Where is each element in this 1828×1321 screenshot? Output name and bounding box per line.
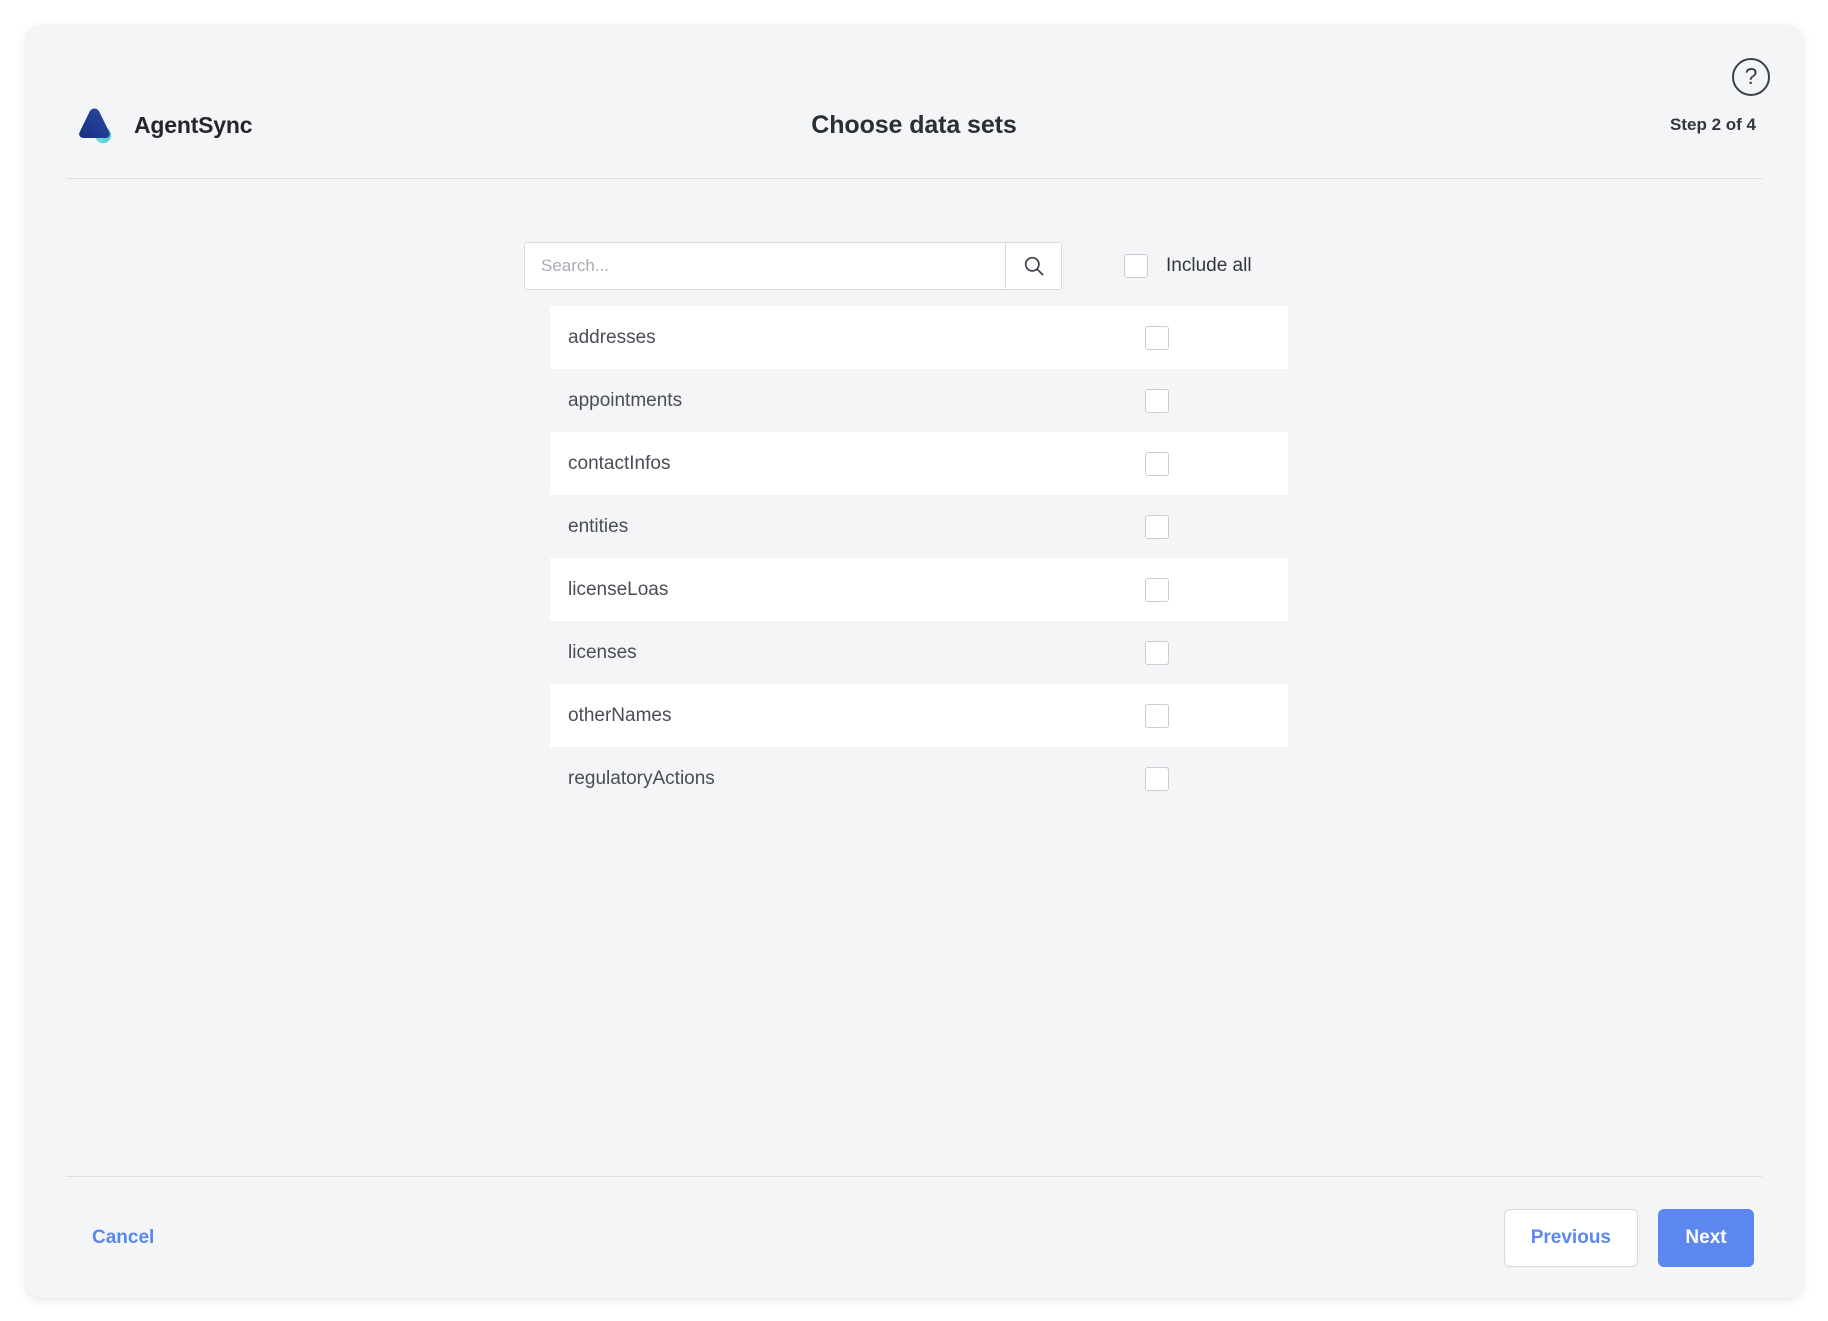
- footer-divider: [66, 1176, 1762, 1177]
- previous-button[interactable]: Previous: [1503, 1209, 1638, 1267]
- dataset-checkbox[interactable]: [1145, 514, 1169, 539]
- dataset-name: regulatoryActions: [568, 767, 715, 789]
- include-all-toggle[interactable]: Include all: [1124, 254, 1252, 278]
- wizard-card: ? AgentSync Choose data sets Step 2 of 4…: [26, 26, 1802, 1298]
- wizard-footer: Cancel Previous Next: [26, 1178, 1802, 1298]
- include-all-checkbox[interactable]: [1124, 254, 1148, 278]
- search-box: [524, 242, 1062, 290]
- next-button[interactable]: Next: [1658, 1209, 1754, 1267]
- step-indicator: Step 2 of 4: [1670, 115, 1756, 134]
- dataset-name: entities: [568, 515, 629, 537]
- dataset-list: addresses appointments contactInfos enti…: [550, 306, 1288, 810]
- search-icon: [1024, 256, 1043, 276]
- cancel-button[interactable]: Cancel: [92, 1227, 154, 1249]
- page-title: Choose data sets: [811, 110, 1017, 139]
- dataset-name: licenses: [568, 641, 637, 663]
- search-button[interactable]: [1005, 243, 1061, 289]
- dataset-row-licenses[interactable]: licenses: [550, 621, 1288, 684]
- dataset-row-contactinfos[interactable]: contactInfos: [550, 432, 1288, 495]
- dataset-name: addresses: [568, 326, 656, 348]
- dataset-row-regulatoryactions[interactable]: regulatoryActions: [550, 747, 1288, 810]
- dataset-name: licenseLoas: [568, 578, 669, 600]
- dataset-row-licenseloas[interactable]: licenseLoas: [550, 558, 1288, 621]
- dataset-checkbox[interactable]: [1145, 451, 1169, 476]
- footer-actions: Previous Next: [1503, 1209, 1754, 1267]
- wizard-header: AgentSync Choose data sets Step 2 of 4: [26, 74, 1802, 176]
- include-all-label: Include all: [1166, 255, 1252, 276]
- dataset-checkbox[interactable]: [1145, 577, 1169, 602]
- dataset-name: appointments: [568, 389, 683, 411]
- dataset-name: otherNames: [568, 704, 672, 726]
- dataset-checkbox[interactable]: [1145, 325, 1169, 350]
- dataset-checkbox[interactable]: [1145, 388, 1169, 413]
- dataset-row-addresses[interactable]: addresses: [550, 306, 1288, 369]
- search-input[interactable]: [525, 243, 1005, 289]
- dataset-row-entities[interactable]: entities: [550, 495, 1288, 558]
- wizard-page: ? AgentSync Choose data sets Step 2 of 4…: [0, 0, 1828, 1321]
- dataset-row-othernames[interactable]: otherNames: [550, 684, 1288, 747]
- dataset-checkbox[interactable]: [1145, 703, 1169, 728]
- dataset-checkbox[interactable]: [1145, 640, 1169, 665]
- dataset-row-appointments[interactable]: appointments: [550, 369, 1288, 432]
- dataset-checkbox[interactable]: [1145, 766, 1169, 791]
- header-divider: [66, 178, 1762, 179]
- dataset-name: contactInfos: [568, 452, 671, 474]
- list-controls: Include all: [524, 242, 1252, 290]
